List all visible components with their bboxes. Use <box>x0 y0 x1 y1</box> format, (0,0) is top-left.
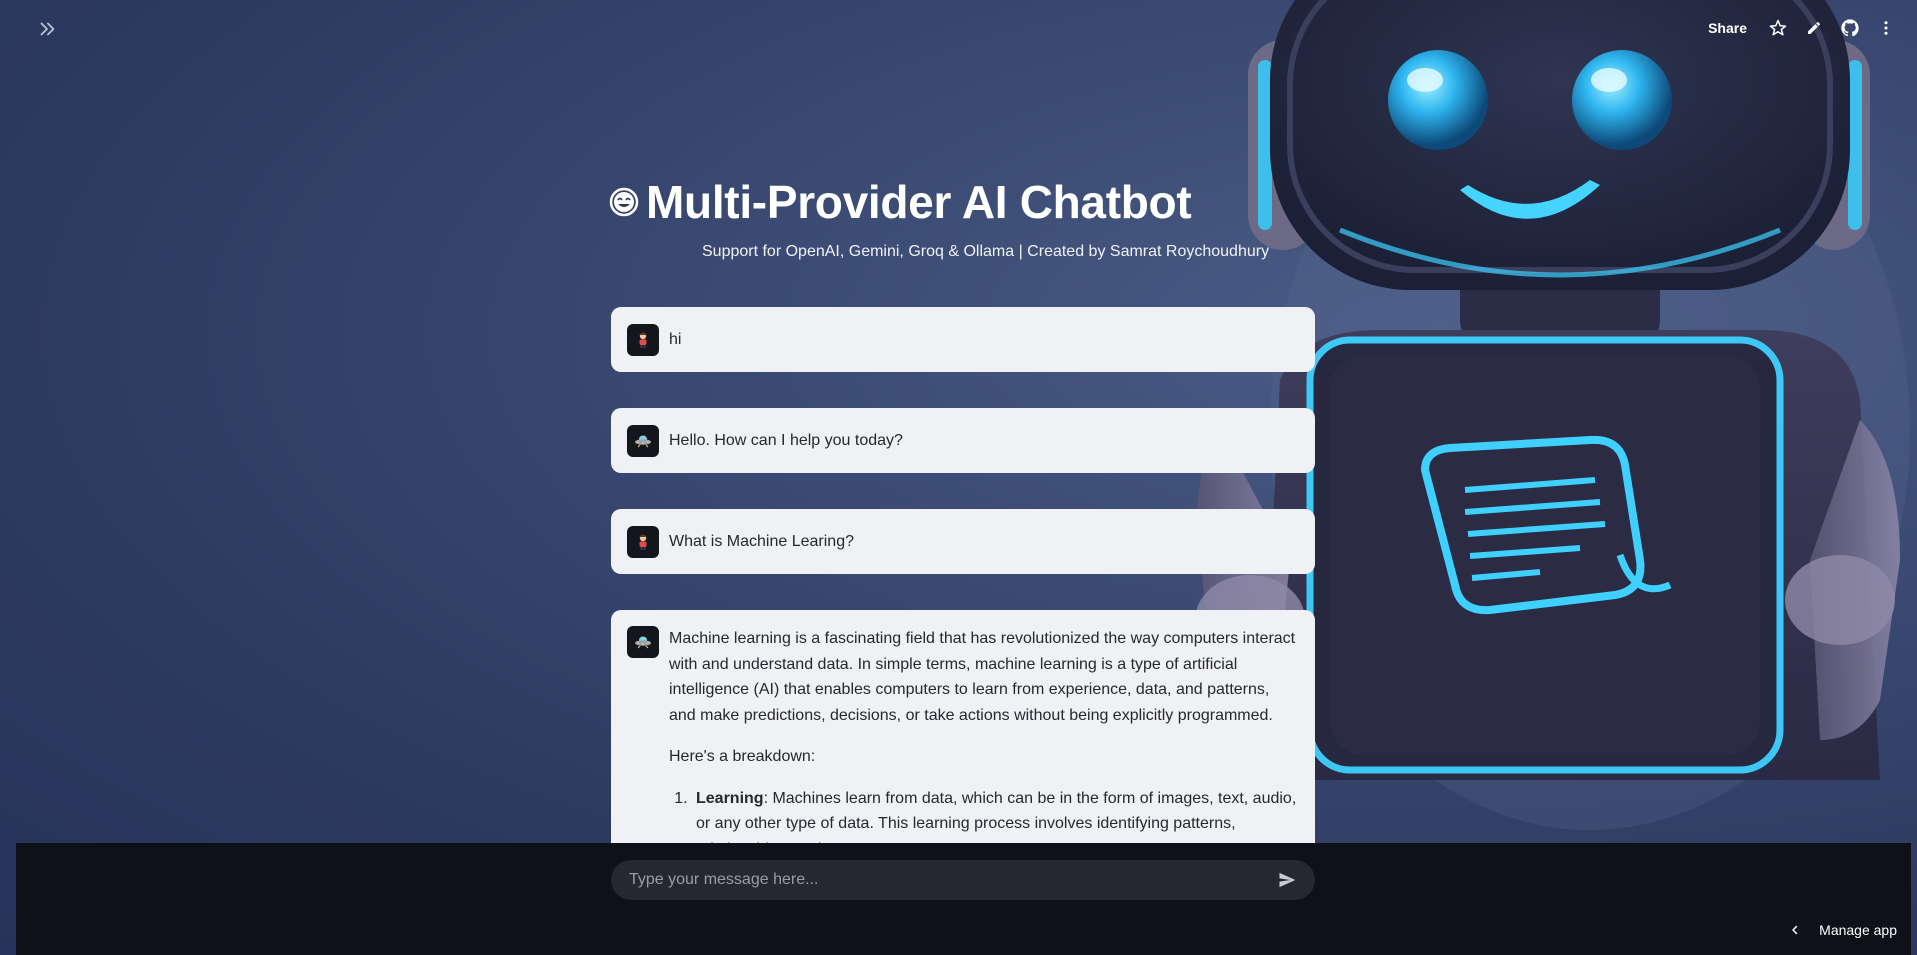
user-avatar-icon <box>627 323 659 356</box>
message-text: Hello. How can I help you today? <box>669 432 903 449</box>
star-button[interactable] <box>1767 17 1789 39</box>
chat-message-user: What is Machine Learing? <box>611 509 1315 574</box>
more-options-button[interactable] <box>1875 17 1897 39</box>
assistant-avatar-icon <box>627 626 659 658</box>
message-paragraph: Machine learning is a fascinating field … <box>669 630 1296 724</box>
chat-message-assistant: Machine learning is a fascinating field … <box>611 610 1315 878</box>
assistant-avatar-icon <box>627 424 659 457</box>
top-toolbar: Share <box>1708 14 1897 42</box>
star-icon <box>1769 19 1787 36</box>
share-button[interactable]: Share <box>1708 20 1747 36</box>
list-item-term: Learning <box>696 789 764 807</box>
send-button[interactable] <box>1275 868 1299 892</box>
github-button[interactable] <box>1839 17 1861 39</box>
smiling-face-icon <box>608 186 640 218</box>
edit-button[interactable] <box>1803 17 1825 39</box>
user-avatar-icon <box>627 525 659 558</box>
edit-icon <box>1808 21 1820 34</box>
page-title: Multi-Provider AI Chatbot <box>646 176 1192 228</box>
more-icon <box>1884 21 1888 35</box>
send-icon <box>1279 872 1296 888</box>
chat-message-user: hi <box>611 307 1315 372</box>
message-text: What is Machine Learing? <box>669 533 854 550</box>
message-body: Machine learning is a fascinating field … <box>669 626 1299 862</box>
chat-input[interactable] <box>627 870 1275 890</box>
github-icon <box>1841 19 1859 37</box>
page-subtitle: Support for OpenAI, Gemini, Groq & Ollam… <box>702 243 1270 260</box>
sidebar-expand-button[interactable] <box>36 18 58 40</box>
chat-message-assistant: Hello. How can I help you today? <box>611 408 1315 473</box>
chat-input-container <box>611 860 1315 900</box>
double-chevron-right-icon <box>40 22 55 36</box>
page-header: Multi-Provider AI Chatbot Support for Op… <box>608 175 1318 260</box>
manage-app-label: Manage app <box>1819 922 1897 938</box>
manage-app-button[interactable]: Manage app <box>1789 922 1897 938</box>
message-text: hi <box>669 331 682 348</box>
chevron-left-icon <box>1792 925 1798 935</box>
message-intro: Here's a breakdown: <box>669 748 816 765</box>
chat-messages: hi Hello. How can I help you today? What… <box>611 307 1315 914</box>
